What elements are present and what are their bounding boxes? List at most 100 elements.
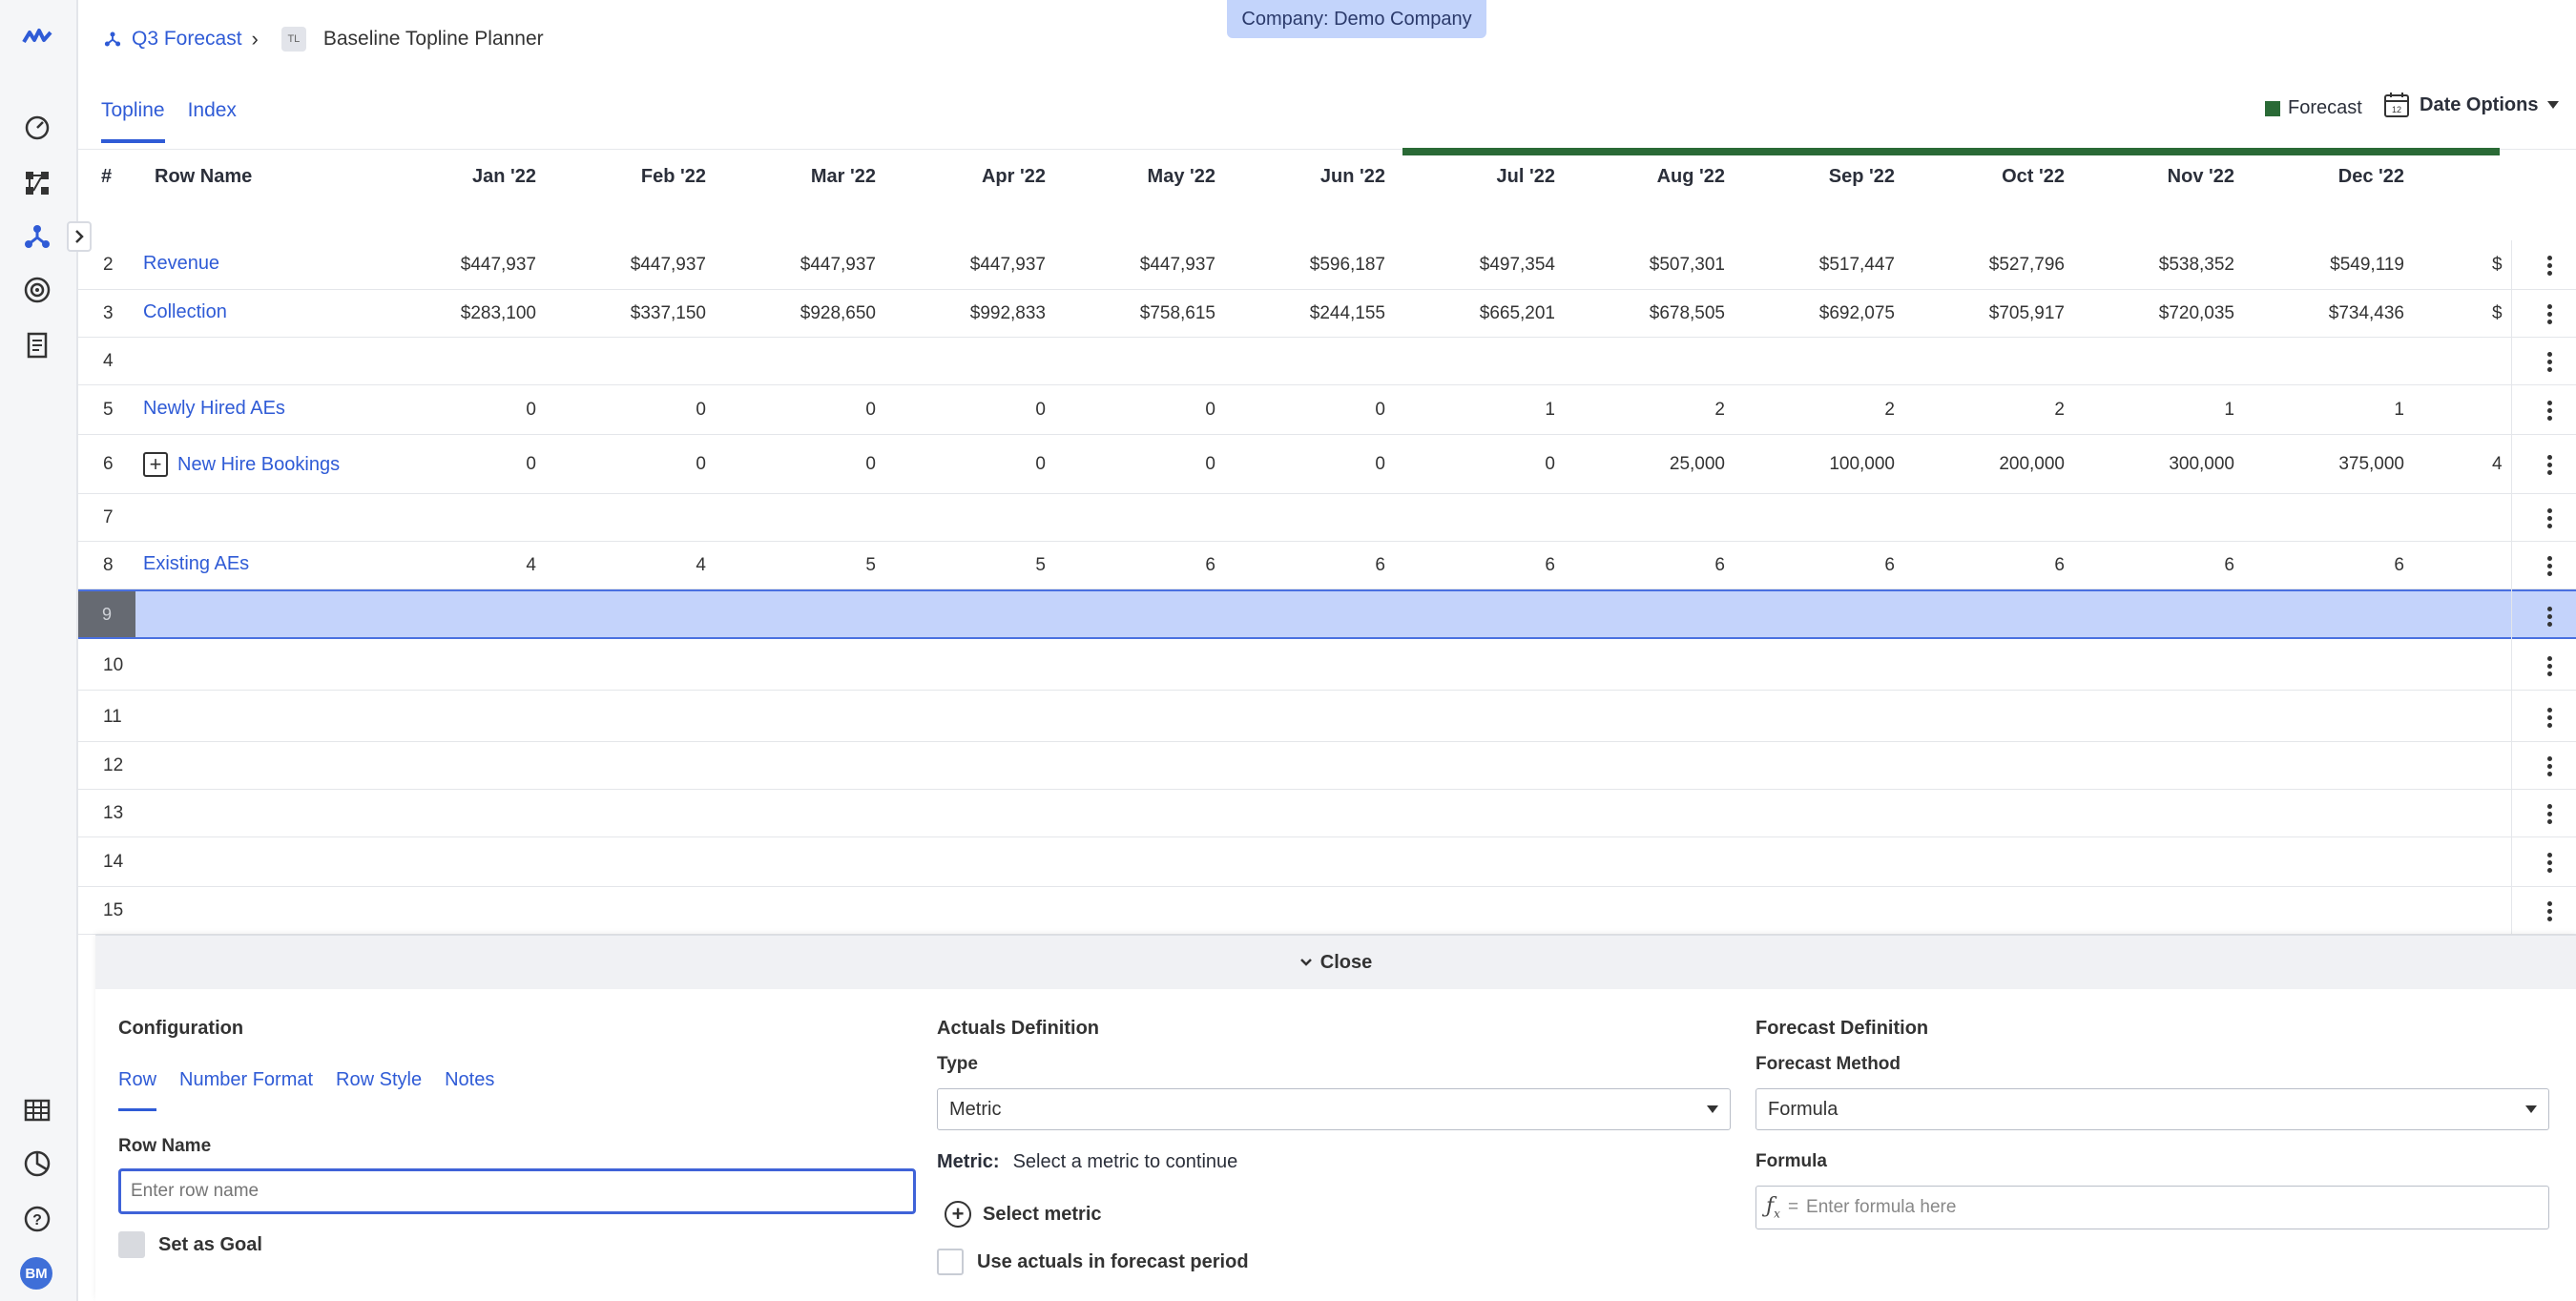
type-select[interactable]: Metric [937, 1088, 1731, 1130]
table-cell[interactable]: $705,917 [1912, 303, 2065, 324]
table-cell[interactable]: 300,000 [2082, 454, 2234, 475]
row-menu-kebab-icon[interactable] [2547, 304, 2553, 324]
row-menu-kebab-icon[interactable] [2547, 256, 2553, 276]
table-cell[interactable]: 6 [1912, 555, 2065, 576]
table-cell[interactable]: $507,301 [1572, 255, 1725, 276]
row-menu-kebab-icon[interactable] [2547, 556, 2553, 576]
table-cell[interactable]: 0 [1063, 400, 1215, 421]
table-cell[interactable]: $678,505 [1572, 303, 1725, 324]
table-row[interactable]: 4 [78, 338, 2576, 385]
row-menu-kebab-icon[interactable] [2547, 804, 2553, 824]
table-row[interactable]: 10 [78, 641, 2576, 691]
row-name-input[interactable] [118, 1168, 916, 1214]
table-row[interactable]: 6 + New Hire Bookings 0 0 0 0 0 0 0 25,000 100,000 2… [78, 435, 2576, 494]
row-menu-kebab-icon[interactable] [2547, 607, 2553, 627]
row-menu-kebab-icon[interactable] [2547, 455, 2553, 475]
table-cell[interactable]: 6 [1402, 555, 1555, 576]
table-cell[interactable]: 100,000 [1742, 454, 1895, 475]
table-cell[interactable]: 2 [1742, 400, 1895, 421]
table-cell[interactable]: 0 [1233, 454, 1385, 475]
table-cell[interactable]: $665,201 [1402, 303, 1555, 324]
use-actuals-checkbox[interactable] [937, 1249, 964, 1275]
row-menu-kebab-icon[interactable] [2547, 352, 2553, 372]
table-cell[interactable]: $517,447 [1742, 255, 1895, 276]
table-cell[interactable]: $447,937 [1063, 255, 1215, 276]
table-cell[interactable]: 0 [384, 400, 536, 421]
table-cell[interactable]: 0 [723, 454, 876, 475]
row-menu-kebab-icon[interactable] [2547, 756, 2553, 776]
table-cell[interactable]: 6 [1572, 555, 1725, 576]
table-cell[interactable]: 200,000 [1912, 454, 2065, 475]
breadcrumb-parent-link[interactable]: Q3 Forecast [132, 28, 242, 51]
row-name-link[interactable]: + New Hire Bookings [143, 452, 340, 477]
table-cell[interactable]: $527,796 [1912, 255, 2065, 276]
use-actuals-option[interactable]: Use actuals in forecast period [937, 1249, 1249, 1275]
table-cell[interactable]: 0 [893, 400, 1046, 421]
set-as-goal-checkbox[interactable] [118, 1231, 145, 1258]
company-badge[interactable]: Company: Demo Company [1227, 0, 1486, 38]
table-cell[interactable]: 0 [1063, 454, 1215, 475]
tab-row[interactable]: Row [118, 1069, 157, 1111]
forecast-model-icon[interactable] [18, 217, 56, 256]
table-cell[interactable]: $992,833 [893, 303, 1046, 324]
table-row[interactable]: 13 [78, 790, 2576, 837]
help-question-icon[interactable]: ? [18, 1200, 56, 1238]
table-cell[interactable]: 6 [2252, 555, 2404, 576]
tab-notes[interactable]: Notes [445, 1069, 494, 1111]
table-row[interactable]: 12 [78, 742, 2576, 790]
tab-topline[interactable]: Topline [101, 93, 165, 143]
row-menu-kebab-icon[interactable] [2547, 656, 2553, 676]
table-cell[interactable]: 0 [384, 454, 536, 475]
table-cell[interactable]: 0 [553, 400, 706, 421]
table-cell[interactable]: 5 [893, 555, 1046, 576]
table-cell[interactable]: $549,119 [2252, 255, 2404, 276]
table-grid-icon[interactable] [18, 1091, 56, 1129]
table-cell[interactable]: $283,100 [384, 303, 536, 324]
reports-document-icon[interactable] [18, 326, 56, 364]
table-cell[interactable]: $447,937 [384, 255, 536, 276]
table-cell[interactable]: 6 [1063, 555, 1215, 576]
tab-row-style[interactable]: Row Style [336, 1069, 422, 1111]
table-cell[interactable]: 1 [1402, 400, 1555, 421]
table-row[interactable]: 2 Revenue $447,937 $447,937 $447,937 $447,937… [78, 240, 2576, 290]
table-cell[interactable]: $447,937 [723, 255, 876, 276]
table-cell[interactable]: 0 [723, 400, 876, 421]
table-cell[interactable]: 2 [1912, 400, 2065, 421]
row-name-link[interactable]: Collection [143, 301, 227, 323]
table-cell[interactable]: $337,150 [553, 303, 706, 324]
table-cell[interactable]: $538,352 [2082, 255, 2234, 276]
table-cell[interactable]: $447,937 [553, 255, 706, 276]
row-name-link[interactable]: Newly Hired AEs [143, 398, 285, 420]
table-cell[interactable]: $244,155 [1233, 303, 1385, 324]
expand-plus-icon[interactable]: + [143, 452, 168, 477]
table-cell[interactable]: $596,187 [1233, 255, 1385, 276]
table-row[interactable]: 15 [78, 887, 2576, 935]
table-row[interactable]: 5 Newly Hired AEs 0 0 0 0 0 0 1 2 2 2 1 1 [78, 385, 2576, 435]
table-cell[interactable]: 6 [1742, 555, 1895, 576]
select-metric-button[interactable]: + Select metric [945, 1201, 1102, 1228]
row-menu-kebab-icon[interactable] [2547, 853, 2553, 873]
table-cell[interactable]: $758,615 [1063, 303, 1215, 324]
table-cell[interactable]: 0 [553, 454, 706, 475]
table-cell[interactable]: $734,436 [2252, 303, 2404, 324]
set-as-goal-option[interactable]: Set as Goal [118, 1231, 262, 1258]
table-cell[interactable]: $692,075 [1742, 303, 1895, 324]
row-menu-kebab-icon[interactable] [2547, 401, 2553, 421]
table-row[interactable]: 8 Existing AEs 4 4 5 5 6 6 6 6 6 6 6 6 [78, 542, 2576, 589]
table-cell[interactable]: 375,000 [2252, 454, 2404, 475]
app-logo-icon[interactable] [18, 17, 56, 55]
table-cell[interactable]: $928,650 [723, 303, 876, 324]
forecast-method-select[interactable]: Formula [1755, 1088, 2549, 1130]
integrations-pie-icon[interactable] [18, 1145, 56, 1183]
table-cell[interactable]: $720,035 [2082, 303, 2234, 324]
table-row[interactable]: 11 [78, 692, 2576, 742]
row-name-link[interactable]: Revenue [143, 253, 219, 275]
row-menu-kebab-icon[interactable] [2547, 901, 2553, 921]
table-cell[interactable]: 6 [2082, 555, 2234, 576]
table-cell[interactable]: $497,354 [1402, 255, 1555, 276]
table-row[interactable]: 9 [78, 589, 2576, 639]
table-cell[interactable]: 1 [2252, 400, 2404, 421]
user-avatar[interactable]: BM [20, 1257, 52, 1290]
rail-expand-chevron-icon[interactable] [67, 221, 92, 252]
table-row[interactable]: 3 Collection $283,100 $337,150 $928,650 $992,… [78, 290, 2576, 338]
